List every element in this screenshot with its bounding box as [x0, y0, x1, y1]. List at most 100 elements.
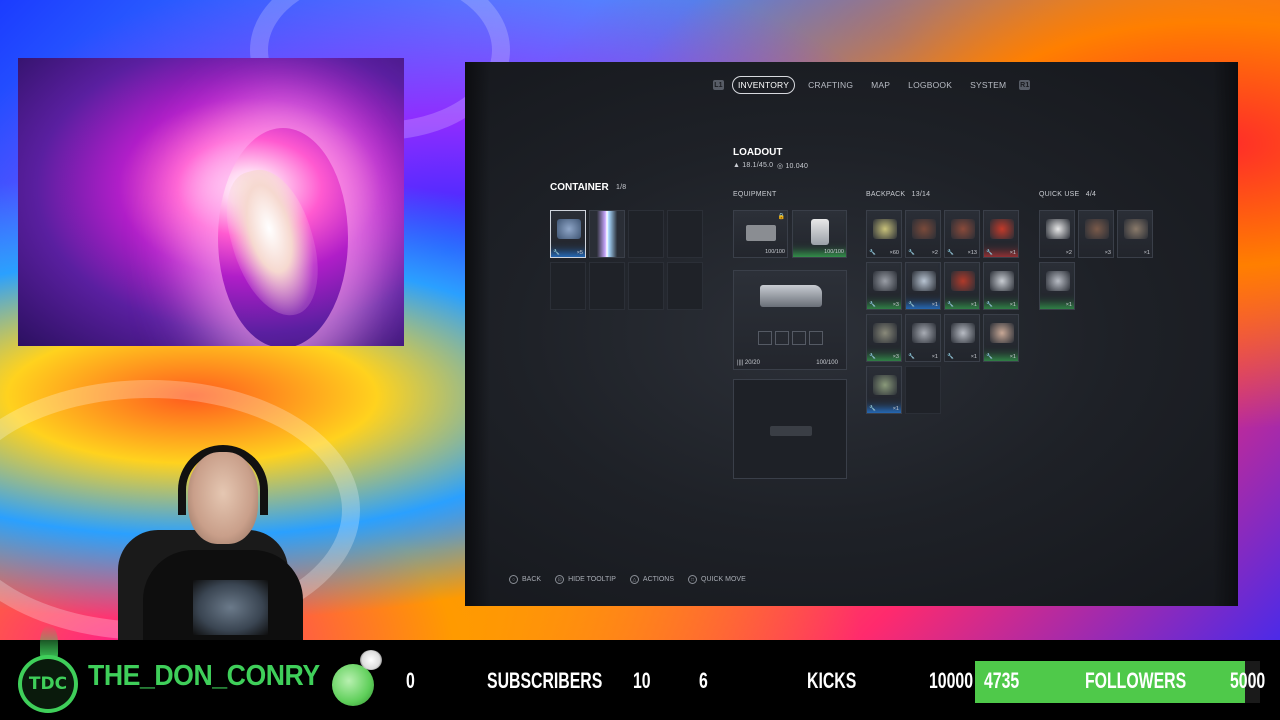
item-count: ×1 — [970, 302, 977, 308]
tab-logbook[interactable]: LOGBOOK — [903, 77, 957, 93]
item-count: ×3 — [892, 354, 899, 360]
equipment-slot[interactable]: 100/100 — [792, 210, 847, 258]
hint-actions[interactable]: △ ACTIONS — [629, 575, 674, 584]
item-icon — [912, 219, 936, 239]
container-slot[interactable] — [628, 210, 664, 258]
kicks-label: KICKS — [807, 668, 857, 693]
backpack-slot[interactable]: 🔧 ×3 — [866, 314, 902, 362]
tab-inventory[interactable]: INVENTORY — [732, 76, 796, 94]
item-icon — [873, 219, 897, 239]
attachment-slot[interactable] — [758, 331, 772, 345]
mascot-body — [332, 664, 374, 706]
item-count: ×3 — [892, 302, 899, 308]
item-count: ×1 — [931, 354, 938, 360]
armor-item-icon — [746, 225, 776, 241]
hint-quick-move[interactable]: □ QUICK MOVE — [688, 575, 746, 584]
attachment-slot[interactable] — [792, 331, 806, 345]
attachment-slot[interactable] — [775, 331, 789, 345]
triangle-button-icon: △ — [629, 575, 639, 584]
durability-value: 100/100 — [765, 249, 785, 255]
quick-use-slot[interactable]: ×2 — [1039, 210, 1075, 258]
container-count: 1/8 — [616, 184, 627, 191]
quick-use-slot[interactable]: ×1 — [1117, 210, 1153, 258]
container-slot[interactable]: 🔧 ×5 — [550, 210, 586, 258]
tab-system[interactable]: SYSTEM — [965, 77, 1011, 93]
item-count: ×13 — [967, 250, 977, 256]
gear-item-icon — [557, 219, 581, 239]
wrench-icon: 🔧 — [947, 354, 954, 360]
weapon-slot-empty[interactable] — [733, 379, 847, 479]
item-count: ×1 — [1009, 354, 1016, 360]
item-count: ×1 — [1009, 302, 1016, 308]
backpack-slot[interactable]: 🔧 ×2 — [905, 210, 941, 258]
backpack-slot[interactable]: 🔧 ×1 — [866, 366, 902, 414]
wrench-icon: 🔧 — [869, 354, 876, 360]
video-overlay — [18, 58, 404, 346]
followers-current: 4735 — [984, 668, 1020, 693]
backpack-slot[interactable]: 🔧 ×1 — [983, 262, 1019, 310]
item-count: ×2 — [931, 250, 938, 256]
item-icon — [990, 271, 1014, 291]
backpack-count: 13/14 — [911, 191, 931, 198]
subscribers-label: SUBSCRIBERS — [487, 668, 603, 693]
tab-map[interactable]: MAP — [866, 77, 895, 93]
item-count: ×3 — [1104, 250, 1111, 256]
wrench-icon: 🔧 — [947, 302, 954, 308]
ammo-icon: |||| — [737, 360, 745, 366]
item-icon — [873, 271, 897, 291]
touchpad-button-icon: ⊡ — [555, 575, 565, 584]
weapon-durability: 100/100 — [816, 360, 838, 366]
backpack-slot[interactable] — [905, 366, 941, 414]
backpack-slot[interactable]: 🔧 ×1 — [944, 262, 980, 310]
streamer-face — [188, 452, 258, 544]
container-slot[interactable] — [550, 262, 586, 310]
hint-back[interactable]: ○ BACK — [509, 575, 541, 584]
item-icon — [873, 375, 897, 395]
backpack-slot[interactable]: 🔧 ×1 — [905, 314, 941, 362]
channel-name: THE_DON_CONRY — [88, 660, 320, 692]
backpack-slot[interactable]: 🔧 ×1 — [983, 210, 1019, 258]
wrench-icon: 🔧 — [908, 354, 915, 360]
wrench-icon: 🔧 — [986, 354, 993, 360]
wrench-icon: 🔧 — [908, 302, 915, 308]
container-slot[interactable] — [589, 210, 625, 258]
equipment-slot[interactable]: 🔒 100/100 — [733, 210, 788, 258]
backpack-slot[interactable]: 🔧 ×1 — [944, 314, 980, 362]
item-count: ×1 — [892, 406, 899, 412]
container-slot[interactable] — [628, 262, 664, 310]
attachment-slot[interactable] — [809, 331, 823, 345]
smoke-puff-icon — [360, 650, 382, 670]
weapon-slot[interactable]: |||| 20/20 100/100 — [733, 270, 847, 370]
wrench-icon: 🔧 — [986, 250, 993, 256]
quick-use-slot[interactable]: ×3 — [1078, 210, 1114, 258]
weight-readout: ▲ 18.1/45.0 — [733, 162, 773, 169]
container-slot[interactable] — [589, 262, 625, 310]
backpack-label: BACKPACK 13/14 — [866, 191, 930, 198]
container-slot[interactable] — [667, 210, 703, 258]
webcam-feed — [88, 430, 318, 645]
credits-value: 10.040 — [785, 163, 809, 170]
mascot-icon — [328, 650, 382, 710]
kicks-current: 6 — [699, 668, 708, 693]
kicks-goal: 10000 — [929, 668, 974, 693]
l1-key-icon[interactable]: L1 — [713, 80, 724, 90]
container-slot[interactable] — [667, 262, 703, 310]
tab-crafting[interactable]: CRAFTING — [803, 77, 858, 93]
lock-icon: 🔒 — [777, 214, 785, 220]
ammo-value: 20/20 — [744, 360, 760, 366]
backpack-slot[interactable]: 🔧 ×1 — [983, 314, 1019, 362]
backpack-slot[interactable]: 🔧 ×1 — [905, 262, 941, 310]
circle-button-icon: ○ — [509, 575, 518, 584]
backpack-slot[interactable]: 🔧 ×13 — [944, 210, 980, 258]
r1-key-icon[interactable]: R1 — [1019, 80, 1031, 90]
backpack-slot[interactable]: 🔧 ×3 — [866, 262, 902, 310]
hint-hide-tooltip[interactable]: ⊡ HIDE TOOLTIP — [555, 575, 616, 584]
quick-use-slot[interactable]: ×1 — [1039, 262, 1075, 310]
item-count: ×5 — [576, 250, 583, 256]
item-icon — [990, 323, 1014, 343]
followers-goal-bar: 4735 FOLLOWERS 5000 — [975, 661, 1265, 703]
backpack-slot[interactable]: 🔧 ×60 — [866, 210, 902, 258]
hint-label: BACK — [522, 576, 542, 583]
wrench-icon: 🔧 — [947, 250, 954, 256]
equipment-label: EQUIPMENT — [733, 191, 777, 198]
